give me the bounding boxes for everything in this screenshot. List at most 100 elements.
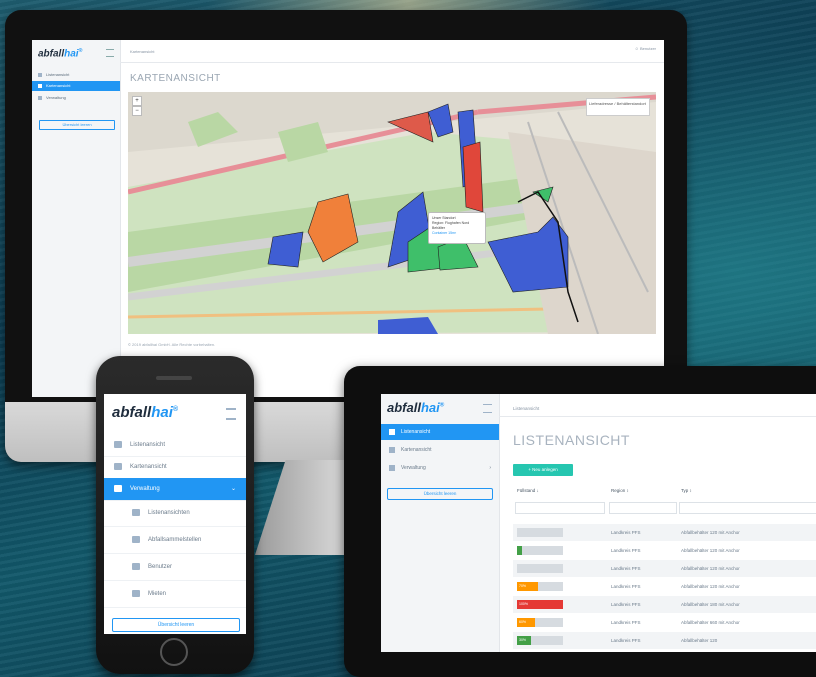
- desktop-logo[interactable]: abfallhai®: [38, 48, 82, 59]
- phone-device: abfallhai® Listenansicht Kartenansicht Ver…: [96, 356, 254, 674]
- type-cell: Abfallbehälter 120: [681, 638, 718, 643]
- phone-nav-item[interactable]: Benutzer: [104, 554, 246, 581]
- tablet-device: abfallhai® Listenansicht Kartenansicht V…: [344, 366, 816, 677]
- phone-nav-item[interactable]: Verwaltung ⌄: [104, 478, 246, 501]
- create-button[interactable]: + Neu anlegen: [513, 464, 573, 476]
- table-row[interactable]: 100% Landkreis PFS Abfallbehälter 180 mit …: [513, 596, 816, 613]
- region-cell: Landkreis PFS: [611, 530, 641, 535]
- home-button[interactable]: [160, 638, 188, 666]
- tablet-nav-kartenansicht[interactable]: Kartenansicht: [381, 442, 499, 458]
- fill-level-value: 30%: [517, 636, 531, 645]
- fill-level-value: [517, 546, 522, 555]
- table-row[interactable]: 60% Landkreis PFS Abfallbehälter 660 mit A…: [513, 614, 816, 631]
- breadcrumb[interactable]: Listenansicht: [513, 406, 539, 411]
- tablet-screen: abfallhai® Listenansicht Kartenansicht V…: [381, 394, 816, 652]
- type-cell: Abfallbehälter 120 mit Anchor: [681, 548, 740, 553]
- hamburger-menu-icon[interactable]: [226, 408, 236, 420]
- map-pin-icon: [389, 446, 395, 453]
- column-header-fuellstand[interactable]: Füllstand ↓: [517, 488, 539, 493]
- phone-nav-label: Mieten: [148, 591, 167, 597]
- fill-level-bar: 70%: [517, 582, 563, 591]
- fill-level-bar: [517, 564, 563, 573]
- table-row[interactable]: 30% Landkreis PFS Abfallbehälter 120: [513, 632, 816, 649]
- desktop-sidebar: abfallhai® Listenansicht Kartenansicht V…: [32, 40, 121, 397]
- hamburger-menu-icon[interactable]: [483, 404, 492, 413]
- settings-icon: [114, 484, 122, 492]
- tablet-nav-verwaltung[interactable]: Verwaltung ›: [381, 460, 499, 476]
- zoom-in-button[interactable]: +: [132, 96, 142, 106]
- region-cell: Landkreis PFS: [611, 638, 641, 643]
- phone-nav-item[interactable]: Kartenansicht: [104, 456, 246, 479]
- phone-nav-item[interactable]: Abfallsammelstellen: [104, 527, 246, 554]
- list-icon: [114, 440, 122, 448]
- filter-input-fuellstand[interactable]: [515, 502, 605, 514]
- user-icon: [132, 562, 140, 570]
- filter-input-region[interactable]: [609, 502, 677, 514]
- table-row[interactable]: 70% Landkreis PFS Abfallbehälter 120 mit A…: [513, 578, 816, 595]
- desktop-nav-kartenansicht[interactable]: Kartenansicht: [32, 81, 120, 91]
- hamburger-menu-icon[interactable]: [106, 49, 114, 57]
- page-title: KARTENANSICHT: [130, 73, 221, 84]
- map-popup[interactable]: Unser Standort Region: Flughafen Nord Be…: [428, 212, 486, 244]
- map-canvas[interactable]: [128, 92, 656, 334]
- list-icon: [38, 72, 42, 77]
- phone-logo[interactable]: abfallhai®: [112, 404, 178, 421]
- phone-nav-label: Listenansichten: [148, 510, 190, 516]
- region-cell: Landkreis PFS: [611, 584, 641, 589]
- settings-icon: [389, 464, 395, 471]
- tablet-clear-button[interactable]: Übersicht leeren: [387, 488, 493, 500]
- fill-level-value: 60%: [517, 618, 536, 627]
- list-icon: [132, 508, 140, 516]
- region-cell: Landkreis PFS: [611, 602, 641, 607]
- fill-level-bar: [517, 528, 563, 537]
- map-pin-icon: [38, 83, 42, 88]
- type-cell: Abfallbehälter 120 mit Anchor: [681, 566, 740, 571]
- breadcrumb[interactable]: Kartenansicht: [130, 49, 154, 54]
- map-pin-icon: [114, 462, 122, 470]
- phone-clear-button[interactable]: Übersicht leeren: [112, 618, 240, 632]
- type-cell: Abfallbehälter 180 mit Anchor: [681, 602, 740, 607]
- desktop-nav-listenansicht[interactable]: Listenansicht: [32, 70, 120, 80]
- phone-nav-label: Listenansicht: [130, 442, 166, 448]
- page-title: LISTENANSICHT: [513, 432, 630, 448]
- fill-level-bar: [517, 546, 563, 555]
- desktop-topbar: Kartenansicht ☺ Benutzer: [120, 40, 664, 63]
- fill-level-value: 100%: [517, 600, 563, 609]
- tablet-logo[interactable]: abfallhai®: [387, 400, 444, 415]
- table-row[interactable]: Landkreis PFS Abfallbehälter 120 mit Anch…: [513, 560, 816, 577]
- phone-nav-label: Abfallsammelstellen: [148, 537, 202, 543]
- phone-screen: abfallhai® Listenansicht Kartenansicht Ver…: [104, 394, 246, 634]
- fill-level-bar: 60%: [517, 618, 563, 627]
- phone-nav-item[interactable]: Mieten: [104, 581, 246, 608]
- fill-level-bar: 100%: [517, 600, 563, 609]
- chevron-down-icon: ⌄: [230, 486, 236, 492]
- column-header-typ[interactable]: Typ ↕: [681, 488, 692, 493]
- user-menu[interactable]: ☺ Benutzer: [635, 46, 656, 51]
- region-cell: Landkreis PFS: [611, 566, 641, 571]
- desktop-screen: abfallhai® Listenansicht Kartenansicht V…: [32, 40, 664, 397]
- phone-speaker: [156, 376, 192, 380]
- filter-input-typ[interactable]: [679, 502, 816, 514]
- fill-level-value: 70%: [517, 582, 538, 591]
- settings-icon: [38, 95, 42, 100]
- phone-nav-label: Verwaltung: [130, 486, 160, 492]
- region-cell: Landkreis PFS: [611, 620, 641, 625]
- desktop-nav-verwaltung[interactable]: Verwaltung: [32, 93, 120, 103]
- tablet-nav-listenansicht[interactable]: Listenansicht: [381, 424, 499, 440]
- column-header-region[interactable]: Region ↕: [611, 488, 629, 493]
- list-icon: [389, 428, 395, 435]
- type-cell: Abfallbehälter 120 mit Anchor: [681, 584, 740, 589]
- chevron-right-icon: ›: [489, 465, 491, 471]
- truck-icon: [132, 589, 140, 597]
- phone-nav-label: Kartenansicht: [130, 464, 167, 470]
- desktop-clear-button[interactable]: Übersicht leeren: [39, 120, 115, 130]
- phone-nav-item[interactable]: Listenansichten: [104, 500, 246, 527]
- region-cell: Landkreis PFS: [611, 548, 641, 553]
- table-row[interactable]: Landkreis PFS Abfallbehälter 120 mit Anch…: [513, 524, 816, 541]
- phone-nav-item[interactable]: Listenansicht: [104, 434, 246, 457]
- type-cell: Abfallbehälter 660 mit Anchor: [681, 620, 740, 625]
- map-view[interactable]: + − Lieferadresse / Behälterstandort Uns…: [128, 92, 656, 334]
- zoom-out-button[interactable]: −: [132, 106, 142, 116]
- table-row[interactable]: Landkreis PFS Abfallbehälter 120 mit Anch…: [513, 542, 816, 559]
- phone-nav-label: Benutzer: [148, 564, 173, 570]
